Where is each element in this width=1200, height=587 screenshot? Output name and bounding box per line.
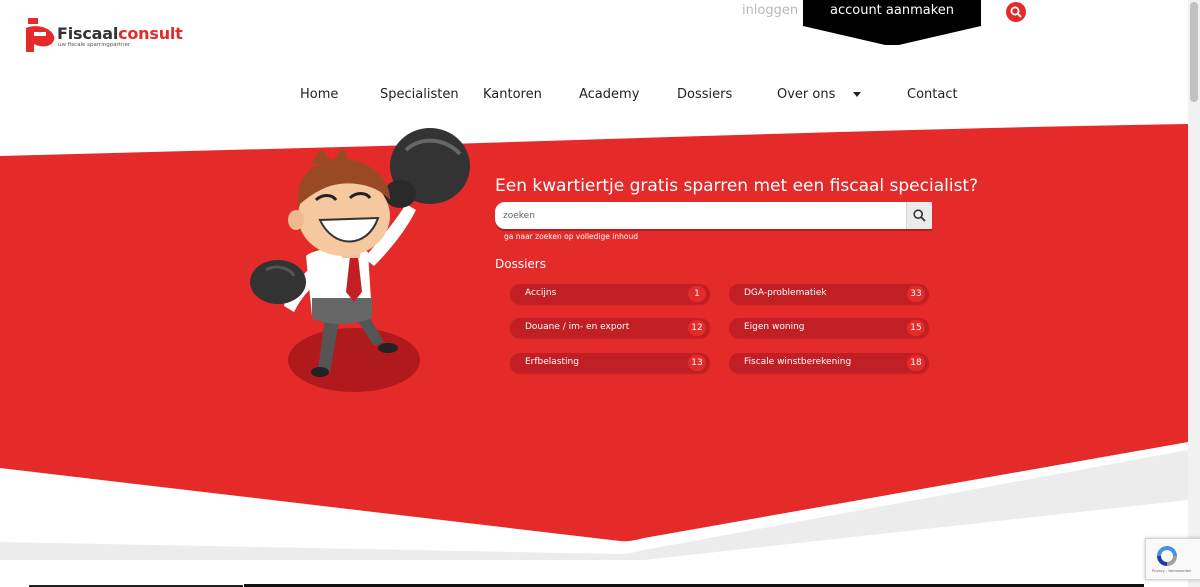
nav-dossiers[interactable]: Dossiers [677, 87, 732, 102]
boxer-mascot-illustration [250, 128, 470, 392]
recaptcha-icon [1157, 546, 1177, 566]
dossier-label: Douane / im- en export [525, 322, 630, 332]
recaptcha-badge[interactable]: Privacy - Voorwaarden [1145, 538, 1200, 580]
dossier-label: Erfbelasting [525, 357, 579, 367]
dossier-item-fiscale-winstberekening[interactable]: Fiscale winstberekening 18 [729, 353, 929, 373]
search-icon [913, 209, 926, 222]
dossier-item-eigen-woning[interactable]: Eigen woning 15 [729, 318, 929, 338]
search-input[interactable] [495, 202, 900, 229]
nav-kantoren[interactable]: Kantoren [483, 87, 542, 102]
dossier-item-dga-problematiek[interactable]: DGA-problematiek 33 [729, 284, 929, 304]
logo-tagline: uw fiscale sparringpartner [58, 42, 131, 48]
nav-academy[interactable]: Academy [579, 87, 639, 102]
scrollbar-thumb[interactable] [1190, 2, 1198, 102]
chevron-down-icon[interactable] [853, 92, 861, 97]
logo[interactable]: Fiscaalconsult uw fiscale sparringpartne… [24, 14, 184, 58]
dossiers-heading: Dossiers [495, 257, 546, 271]
create-account-label: account aanmaken [829, 3, 955, 18]
dossier-count-badge: 15 [907, 320, 925, 336]
dossier-label: Accijns [525, 288, 557, 298]
dossier-label: DGA-problematiek [744, 288, 827, 298]
search-box [495, 202, 932, 229]
search-icon [1010, 6, 1022, 18]
dossier-count-badge: 1 [688, 286, 706, 302]
logo-mark-icon [26, 18, 55, 52]
nav-over-ons[interactable]: Over ons [777, 87, 835, 102]
page-scrollbar[interactable] [1188, 0, 1200, 587]
dossier-item-erfbelasting[interactable]: Erfbelasting 13 [510, 353, 710, 373]
dossier-count-badge: 12 [688, 320, 706, 336]
recaptcha-privacy-text: Privacy - Voorwaarden [1152, 569, 1192, 573]
logo-text: Fiscaalconsult [57, 24, 183, 43]
header-search-button[interactable] [1006, 2, 1026, 22]
dossier-label: Eigen woning [744, 322, 805, 332]
dossier-item-douane[interactable]: Douane / im- en export 12 [510, 318, 710, 338]
fulltext-search-link[interactable]: ga naar zoeken op volledige inhoud [504, 232, 638, 241]
create-account-button[interactable]: account aanmaken [803, 0, 981, 45]
nav-contact[interactable]: Contact [907, 87, 958, 102]
dossier-item-accijns[interactable]: Accijns 1 [510, 284, 710, 304]
nav-specialisten[interactable]: Specialisten [380, 87, 459, 102]
dossier-label: Fiscale winstberekening [744, 357, 852, 367]
nav-home[interactable]: Home [300, 87, 338, 102]
search-submit-button[interactable] [906, 202, 932, 229]
dossier-count-badge: 13 [688, 355, 706, 371]
dossier-count-badge: 33 [907, 286, 925, 302]
hero-title: Een kwartiertje gratis sparren met een f… [495, 176, 979, 196]
login-link[interactable]: inloggen [742, 3, 798, 18]
dossier-count-badge: 18 [907, 355, 925, 371]
